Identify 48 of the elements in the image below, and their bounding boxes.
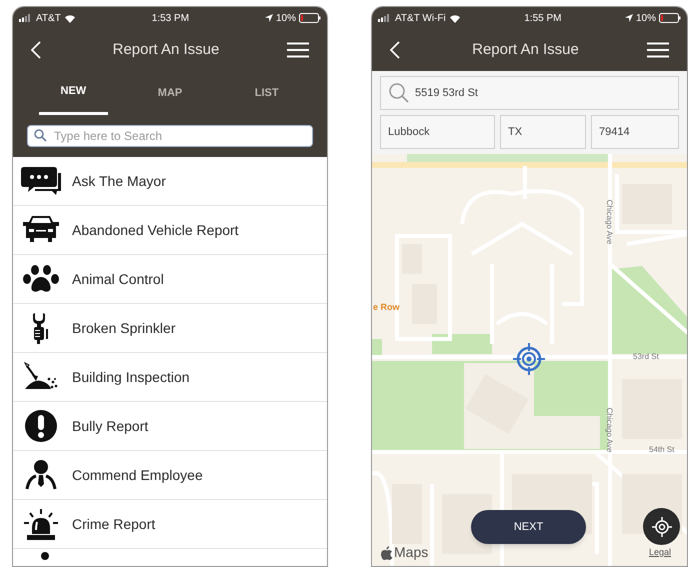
zip-field[interactable]: 79414	[591, 115, 679, 149]
tab[interactable]: LIST	[232, 71, 302, 115]
list-item[interactable]: Ask The Mayor	[13, 157, 327, 206]
battery-percent: 10%	[636, 12, 656, 26]
battery-icon	[659, 13, 681, 23]
location-arrow-icon	[264, 14, 273, 22]
street-label: Chicago Ave	[604, 198, 615, 246]
apple-logo-icon	[381, 546, 393, 560]
clock-time: 1:53 PM	[152, 12, 190, 26]
list-item[interactable]: Bully Report	[13, 402, 327, 451]
list-item[interactable]: Building Inspection	[13, 353, 327, 402]
list-item[interactable]: Commend Employee	[13, 451, 327, 500]
wifi-icon	[448, 14, 461, 22]
street-label: Chicago Ave	[604, 406, 615, 454]
battery-percent: 10%	[276, 12, 296, 26]
screen-title: Report An Issue	[472, 40, 579, 60]
street-field[interactable]: 5519 53rd St	[380, 76, 679, 110]
menu-button[interactable]	[286, 42, 309, 58]
location-arrow-icon	[624, 14, 633, 22]
crosshair-pin-icon	[512, 342, 546, 376]
list-item[interactable]: Crime Report	[13, 500, 327, 549]
signal-icon	[378, 14, 392, 22]
signal-icon	[19, 14, 33, 22]
search-icon	[389, 83, 409, 103]
state-field[interactable]: TX	[500, 115, 586, 149]
menu-button[interactable]	[646, 42, 669, 58]
street-label: e Row	[373, 301, 400, 314]
city-field[interactable]: Lubbock	[380, 115, 495, 149]
maps-attribution: Maps	[394, 543, 428, 562]
battery-icon	[299, 13, 321, 23]
carrier-name: AT&T	[36, 12, 61, 26]
carrier-name: AT&T Wi-Fi	[395, 12, 446, 26]
street-label: 53rd St	[633, 351, 659, 363]
search-field[interactable]: Type here to Search	[27, 125, 313, 147]
list-item[interactable]: Abandoned Vehicle Report	[13, 206, 327, 255]
wifi-icon	[64, 14, 76, 22]
clock-time: 1:55 PM	[524, 12, 562, 26]
list-item[interactable]: Animal Control	[13, 255, 327, 304]
crosshair-icon	[650, 516, 672, 538]
street-label: 54th St	[649, 444, 674, 456]
next-button[interactable]: NEXT	[471, 510, 586, 544]
list-item[interactable]: Broken Sprinkler	[13, 304, 327, 353]
siren-icon	[21, 508, 61, 540]
legal-link[interactable]: Legal	[649, 546, 672, 560]
screen-title: Report An Issue	[112, 40, 220, 60]
dot-icon	[41, 552, 49, 560]
tab[interactable]: MAP	[136, 71, 204, 115]
chat-bubbles-icon	[21, 165, 61, 197]
